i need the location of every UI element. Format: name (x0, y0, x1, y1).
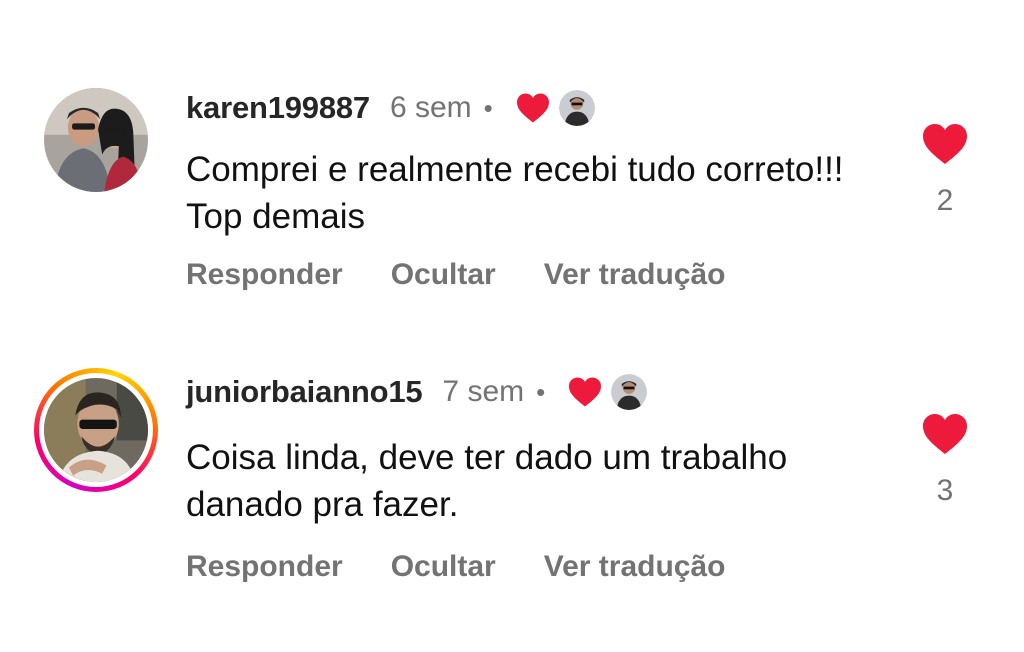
hide-button[interactable]: Ocultar (391, 258, 496, 292)
separator-dot: • (483, 93, 493, 123)
separator-dot: • (536, 377, 546, 407)
comment-actions: Responder Ocultar Ver tradução (186, 258, 773, 292)
like-column: 2 (918, 122, 972, 218)
avatar-image (44, 88, 148, 192)
comment-time: 6 sem (389, 91, 472, 124)
comment-time: 7 sem (442, 375, 525, 408)
comment-text: Comprei e realmente recebi tudo correto!… (186, 150, 844, 236)
heart-filled-icon[interactable] (920, 122, 970, 166)
avatar[interactable] (44, 88, 148, 192)
username[interactable]: karen199887 (186, 90, 370, 126)
comment: karen199887 6 sem • Comprei e realmente … (0, 78, 1024, 338)
avatar-story-ring[interactable] (34, 368, 158, 492)
comment-actions: Responder Ocultar Ver tradução (186, 550, 773, 584)
hide-button[interactable]: Ocultar (391, 550, 496, 584)
creator-heart-icon (515, 92, 551, 124)
creator-heart-icon (567, 376, 603, 408)
comment-header: karen199887 6 sem • (186, 86, 595, 130)
translate-button[interactable]: Ver tradução (544, 550, 726, 584)
comment-text: Coisa linda, deve ter dado um trabalho d… (186, 438, 788, 524)
creator-avatar-icon (558, 90, 595, 126)
avatar-image (44, 378, 148, 482)
avatar-ring-gap (39, 373, 153, 487)
like-count[interactable]: 2 (937, 184, 954, 218)
like-count[interactable]: 3 (937, 474, 954, 508)
reply-button[interactable]: Responder (186, 258, 343, 292)
heart-filled-icon[interactable] (920, 412, 970, 456)
comment: juniorbaianno15 7 sem • Coisa linda, dev… (0, 368, 1024, 628)
translate-button[interactable]: Ver tradução (544, 258, 726, 292)
like-column: 3 (918, 412, 972, 508)
creator-avatar-icon (611, 374, 648, 410)
comment-header: juniorbaianno15 7 sem • (186, 370, 648, 414)
username[interactable]: juniorbaianno15 (186, 374, 423, 410)
reply-button[interactable]: Responder (186, 550, 343, 584)
